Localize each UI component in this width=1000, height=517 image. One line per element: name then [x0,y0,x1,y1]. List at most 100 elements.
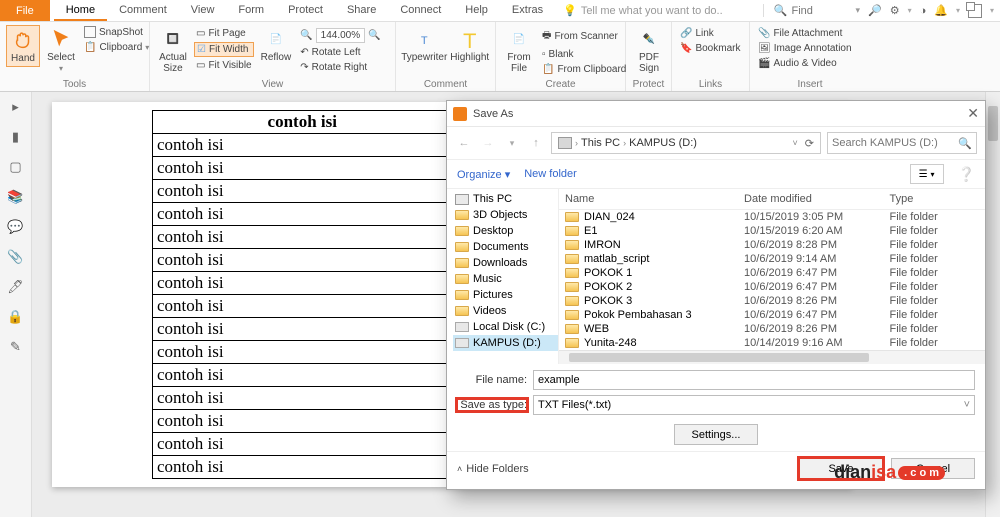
tree-node[interactable]: Downloads [453,255,558,271]
tree-node[interactable]: This PC [453,191,558,207]
menu-tab-help[interactable]: Help [453,1,500,21]
gear-icon[interactable]: ⚙ [890,4,900,17]
from-file[interactable]: 📄From File [502,25,536,76]
tree-node[interactable]: Documents [453,239,558,255]
dialog-search-input[interactable] [832,137,954,149]
sidebar-signatures-icon[interactable]: ✎ [7,338,25,356]
tree-node[interactable]: 3D Objects [453,207,558,223]
zoom-in-icon[interactable]: 🔍 [368,30,380,41]
file-row[interactable]: POKOK 110/6/2019 6:47 PMFile folder [559,266,985,280]
file-attachment[interactable]: 📎File Attachment [756,27,854,40]
file-row[interactable]: POKOK 210/6/2019 6:47 PMFile folder [559,280,985,294]
audio-video[interactable]: 🎬Audio & Video [756,57,854,70]
file-row[interactable]: DIAN_02410/15/2019 3:05 PMFile folder [559,210,985,224]
menu-tab-form[interactable]: Form [226,1,276,21]
menu-file[interactable]: File [0,0,50,21]
folder-tree[interactable]: This PC3D ObjectsDesktopDocumentsDownloa… [447,189,559,364]
file-row[interactable]: Pokok Pembahasan 310/6/2019 6:47 PMFile … [559,308,985,322]
sidebar-comments-icon[interactable]: 💬 [7,218,25,236]
actual-size[interactable]: 🔲 Actual Size [156,25,190,76]
zoom-value[interactable]: 144.00% [316,28,365,43]
bell-icon[interactable]: 🔔 [934,4,948,17]
menu-tab-protect[interactable]: Protect [276,1,335,21]
nav-recent-icon[interactable]: ▾ [503,134,521,152]
address-bar[interactable]: › This PC › KAMPUS (D:) ˅ ⟳ [551,132,821,154]
rotate-right[interactable]: ↷Rotate Right [298,61,382,74]
menu-tab-share[interactable]: Share [335,1,388,21]
close-icon[interactable]: ✕ [967,105,979,122]
fit-page[interactable]: ▭Fit Page [194,27,254,40]
file-row[interactable]: POKOK 310/6/2019 8:26 PMFile folder [559,294,985,308]
from-clipboard[interactable]: 📋From Clipboard [540,63,628,76]
col-date[interactable]: Date modified [744,193,889,205]
find-box[interactable]: 🔍 ▾ [763,4,860,17]
dialog-search[interactable]: 🔍 [827,132,977,154]
sidebar-expand-icon[interactable]: ▸ [7,98,25,116]
file-row[interactable]: matlab_script10/6/2019 9:14 AMFile folde… [559,252,985,266]
menu-tab-home[interactable]: Home [54,1,107,21]
bookmark[interactable]: 🔖Bookmark [678,42,742,55]
skin-icon[interactable]: ◑ [920,5,927,17]
nav-up-icon[interactable]: ↑ [527,134,545,152]
view-mode-dropdown[interactable]: ☰▾ [910,164,944,184]
menu-tab-connect[interactable]: Connect [388,1,453,21]
search-online-icon[interactable]: 🔎 [868,4,882,17]
link[interactable]: 🔗Link [678,27,742,40]
new-folder[interactable]: New folder [524,168,577,180]
clipboard-tool[interactable]: 📋Clipboard ▾ [82,41,151,54]
sidebar-attachments-icon[interactable]: 📎 [7,248,25,266]
organize-menu[interactable]: Organize ▾ [457,168,510,181]
tell-me[interactable]: 💡 Tell me what you want to do.. [563,4,723,17]
highlight[interactable]: ＴHighlight [451,25,490,65]
blank[interactable]: ▫Blank [540,48,628,61]
sidebar-stamp-icon[interactable]: 🖊 [7,278,25,296]
find-input[interactable] [791,5,851,17]
menu-tab-extras[interactable]: Extras [500,1,555,21]
from-scanner[interactable]: 🖶From Scanner [540,27,628,46]
select-tool[interactable]: Select▾ [44,25,78,75]
horizontal-scrollbar[interactable] [559,350,985,364]
address-dropdown-icon[interactable]: ˅ [793,138,798,148]
vertical-scrollbar[interactable] [985,92,1000,517]
file-name-input[interactable] [533,370,975,390]
hide-folders[interactable]: ˄Hide Folders [457,463,529,475]
tree-node[interactable]: Music [453,271,558,287]
help-icon[interactable]: ❔ [958,166,975,183]
col-type[interactable]: Type [889,193,979,205]
sidebar-layers-icon[interactable]: 📚 [7,188,25,206]
save-type-select[interactable]: TXT Files(*.txt) [533,395,975,415]
list-header[interactable]: Name Date modified Type [559,189,985,210]
nav-back-icon[interactable]: ← [455,134,473,152]
tree-node[interactable]: Pictures [453,287,558,303]
fit-visible[interactable]: ▭Fit Visible [194,59,254,72]
image-annotation[interactable]: 🖼Image Annotation [756,42,854,55]
file-row[interactable]: E110/15/2019 6:20 AMFile folder [559,224,985,238]
tree-node[interactable]: Desktop [453,223,558,239]
breadcrumb-this-pc[interactable]: This PC [581,137,620,149]
hand-tool[interactable]: Hand [6,25,40,67]
tree-node[interactable]: KAMPUS (D:) [453,335,558,351]
refresh-icon[interactable]: ⟳ [805,137,814,150]
tree-node[interactable]: Local Disk (C:) [453,319,558,335]
sidebar-security-icon[interactable]: 🔒 [7,308,25,326]
pdf-sign[interactable]: ✒️PDF Sign [632,25,666,76]
tree-node[interactable]: Videos [453,303,558,319]
menu-tab-comment[interactable]: Comment [107,1,179,21]
file-row[interactable]: WEB10/6/2019 8:26 PMFile folder [559,322,985,336]
snapshot-tool[interactable]: SnapShot [82,25,151,39]
col-name[interactable]: Name [565,193,744,205]
nav-forward-icon[interactable]: → [479,134,497,152]
file-row[interactable]: IMRON10/6/2019 8:28 PMFile folder [559,238,985,252]
file-row[interactable]: Yunita-24810/14/2019 9:16 AMFile folder [559,336,985,350]
scrollbar-thumb[interactable] [988,106,998,141]
fit-width[interactable]: Fit Width [194,42,254,57]
sidebar-bookmarks-icon[interactable]: ▮ [7,128,25,146]
reflow[interactable]: 📄 Reflow [258,25,295,65]
breadcrumb-drive[interactable]: KAMPUS (D:) [629,137,697,149]
rotate-left[interactable]: ↶Rotate Left [298,46,382,59]
typewriter[interactable]: ＴTypewriter [402,25,447,65]
menu-tab-view[interactable]: View [179,1,227,21]
settings-button[interactable]: Settings... [674,424,758,445]
sidebar-pages-icon[interactable]: ▢ [7,158,25,176]
scrollbar-thumb[interactable] [569,353,869,362]
